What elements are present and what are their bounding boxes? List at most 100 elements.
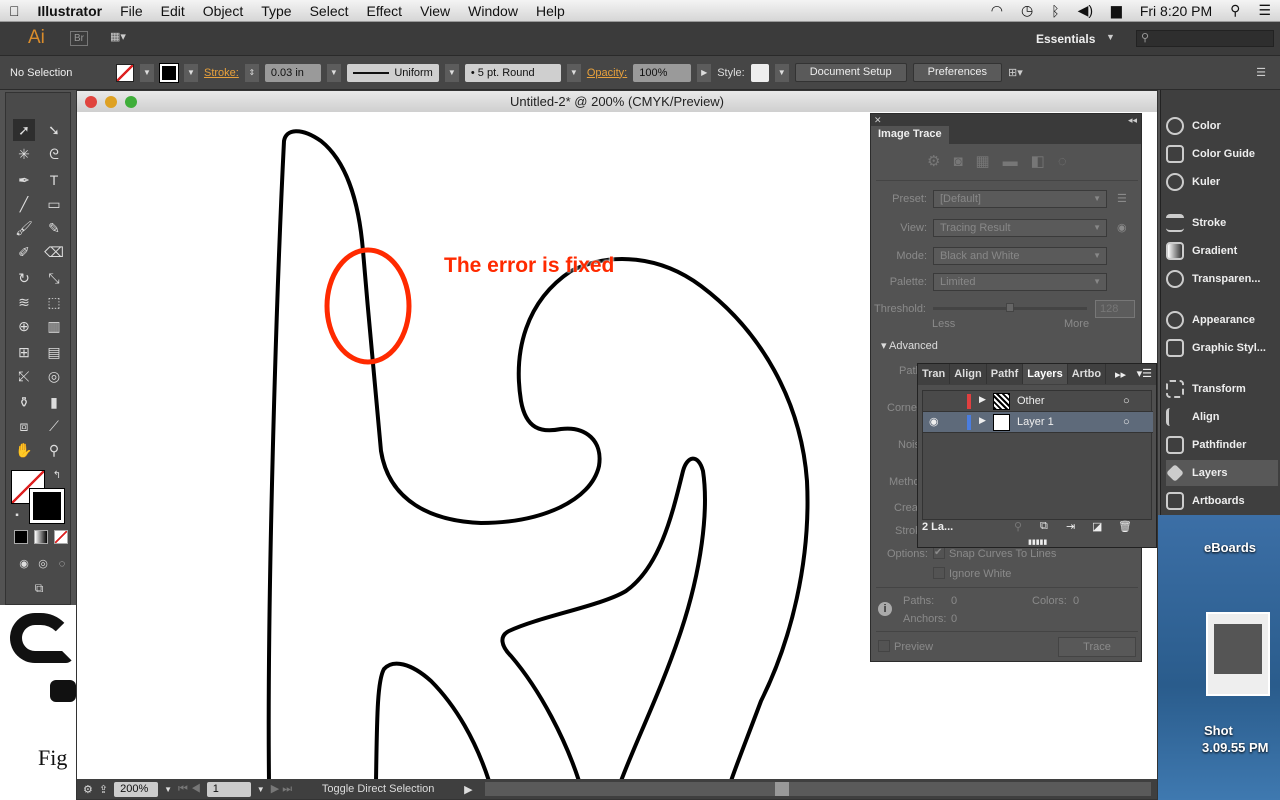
eyedropper-tool-icon[interactable]: ⤪ <box>13 365 35 387</box>
lasso-tool-icon[interactable]: ᘓ <box>43 143 65 165</box>
apple-icon[interactable]:  <box>9 3 20 19</box>
desktop-screenshot-thumbnail[interactable] <box>1206 612 1270 696</box>
zoom-level-input[interactable]: 200% <box>114 781 159 797</box>
menu-effect[interactable]: Effect <box>367 3 403 19</box>
wifi-icon[interactable]: ◠ <box>991 2 1003 19</box>
opacity-input[interactable]: 100% <box>633 63 692 82</box>
artboard-number-input[interactable]: 1 <box>206 781 251 797</box>
warp-tool-icon[interactable]: ≋ <box>13 291 35 313</box>
brush-definition[interactable]: • 5 pt. Round <box>464 63 561 82</box>
dock-stroke[interactable]: Stroke <box>1166 210 1278 236</box>
tab-image-trace[interactable]: Image Trace <box>871 126 949 144</box>
threshold-slider[interactable] <box>933 303 1087 312</box>
menu-view[interactable]: View <box>420 3 450 19</box>
draw-inside-icon[interactable]: ◌ <box>51 553 73 575</box>
status-message[interactable]: Toggle Direct Selection <box>298 783 458 795</box>
stroke-stepper[interactable]: ⇕ <box>244 63 259 82</box>
opacity-arrow[interactable]: ▶ <box>697 63 712 82</box>
palette-select[interactable]: Limited <box>933 273 1107 291</box>
dock-artboards[interactable]: Artboards <box>1166 488 1278 514</box>
paintbrush-tool-icon[interactable]: 🖌 <box>13 217 35 239</box>
dock-graphic-styles[interactable]: Graphic Styl... <box>1166 335 1278 361</box>
trace-preset-icons[interactable]: ⚙◙▦▬◧◌ <box>927 152 1097 170</box>
panel-menu-icon[interactable]: ▾☰ <box>1137 367 1152 380</box>
bridge-button[interactable]: Br <box>70 31 88 46</box>
close-panel-icon[interactable]: ✕ <box>874 115 882 125</box>
dock-appearance[interactable]: Appearance <box>1166 307 1278 333</box>
style-swatch[interactable] <box>750 63 769 82</box>
panel-menu-icon[interactable]: ☰ <box>1256 66 1266 79</box>
dock-layers[interactable]: Layers <box>1166 460 1278 486</box>
minimize-window-button[interactable] <box>105 96 117 108</box>
collapse-panel-icon[interactable]: ◂◂ <box>1128 114 1137 126</box>
mesh-tool-icon[interactable]: ⊞ <box>13 341 35 363</box>
trace-button[interactable]: Trace <box>1058 637 1136 657</box>
view-select[interactable]: Tracing Result <box>933 219 1107 237</box>
visibility-eye-icon[interactable]: ◉ <box>929 415 939 428</box>
create-new-layer-icon[interactable]: ◪ <box>1092 520 1102 533</box>
document-title-bar[interactable]: Untitled-2* @ 200% (CMYK/Preview) <box>77 91 1157 112</box>
rectangle-tool-icon[interactable]: ▭ <box>43 193 65 215</box>
menu-type[interactable]: Type <box>261 3 291 19</box>
stroke-label[interactable]: Stroke: <box>204 67 239 79</box>
tab-transform[interactable]: Tran <box>918 364 951 384</box>
share-icon[interactable]: ⇪ <box>99 783 108 796</box>
line-tool-icon[interactable]: ╱ <box>13 193 35 215</box>
dock-color[interactable]: Color <box>1166 113 1278 139</box>
dock-transparency[interactable]: Transparen... <box>1166 266 1278 292</box>
list-icon[interactable]: ☰ <box>1258 2 1271 19</box>
symbol-sprayer-tool-icon[interactable]: ⚱ <box>13 391 35 413</box>
blob-brush-tool-icon[interactable]: ✐ <box>13 241 35 263</box>
create-sublayer-icon[interactable]: ⇥ <box>1066 520 1075 533</box>
preset-select[interactable]: [Default] <box>933 190 1107 208</box>
scrollbar-thumb[interactable] <box>774 782 789 796</box>
dock-pathfinder[interactable]: Pathfinder <box>1166 432 1278 458</box>
target-circle-icon[interactable]: ○ <box>1123 395 1130 407</box>
menu-help[interactable]: Help <box>536 3 565 19</box>
stroke-weight-input[interactable]: 0.03 in <box>264 63 321 82</box>
default-colors-icon[interactable]: ▪ <box>6 505 28 527</box>
type-tool-icon[interactable]: T <box>43 169 65 191</box>
dock-align[interactable]: Align <box>1166 404 1278 430</box>
resize-grip-icon[interactable]: ▮▮▮▮▮ <box>1028 538 1047 546</box>
document-setup-button[interactable]: Document Setup <box>794 63 907 82</box>
arrange-icon[interactable]: ⊞▾ <box>1008 66 1023 79</box>
close-window-button[interactable] <box>85 96 97 108</box>
profile-dropdown[interactable]: ▼ <box>444 63 459 82</box>
fill-swatch[interactable] <box>116 63 134 82</box>
perspective-grid-tool-icon[interactable]: ▥ <box>43 315 65 337</box>
dock-kuler[interactable]: Kuler <box>1166 169 1278 195</box>
time-machine-icon[interactable]: ◷ <box>1021 2 1033 19</box>
last-artboard-button[interactable]: ▶ ⏭ <box>271 782 292 796</box>
gradient-tool-icon[interactable]: ▤ <box>43 341 65 363</box>
make-clipping-mask-icon[interactable]: ⧉ <box>1040 520 1048 533</box>
free-transform-tool-icon[interactable]: ⬚ <box>43 291 65 313</box>
menu-file[interactable]: File <box>120 3 143 19</box>
flag-icon[interactable]: ▆ <box>1111 2 1122 19</box>
threshold-slider-thumb[interactable] <box>1006 303 1014 312</box>
expand-tabs-icon[interactable]: ▸▸ <box>1115 368 1126 381</box>
mode-select[interactable]: Black and White <box>933 247 1107 265</box>
shape-builder-tool-icon[interactable]: ⊕ <box>13 315 35 337</box>
volume-icon[interactable]: ◀) <box>1078 2 1093 19</box>
layer-name[interactable]: Layer 1 <box>1017 416 1054 428</box>
desktop-screenshot-label[interactable]: Shot <box>1204 723 1233 738</box>
stroke-color-swatch[interactable] <box>29 488 65 524</box>
preview-checkbox[interactable] <box>878 640 890 652</box>
first-artboard-button[interactable]: ⏮ ◀ <box>178 783 201 796</box>
status-settings-icon[interactable]: ⚙ <box>83 783 93 796</box>
expand-arrow-icon[interactable]: ▶ <box>979 415 986 426</box>
tab-pathfinder[interactable]: Pathf <box>986 364 1024 384</box>
menu-select[interactable]: Select <box>310 3 349 19</box>
target-circle-icon[interactable]: ○ <box>1123 416 1130 428</box>
preset-list-icon[interactable]: ☰ <box>1117 192 1127 205</box>
gradient-mode-icon[interactable] <box>34 530 48 544</box>
stroke-dropdown[interactable]: ▼ <box>184 63 198 82</box>
dock-color-guide[interactable]: Color Guide <box>1166 141 1278 167</box>
desktop-file-label[interactable]: eBoards <box>1204 540 1256 555</box>
menu-edit[interactable]: Edit <box>161 3 185 19</box>
tab-align[interactable]: Align <box>950 364 987 384</box>
swap-colors-icon[interactable]: ↰ <box>46 465 68 487</box>
arrange-documents-icon[interactable]: ▦▾ <box>110 30 126 43</box>
clock[interactable]: Fri 8:20 PM <box>1140 3 1212 19</box>
